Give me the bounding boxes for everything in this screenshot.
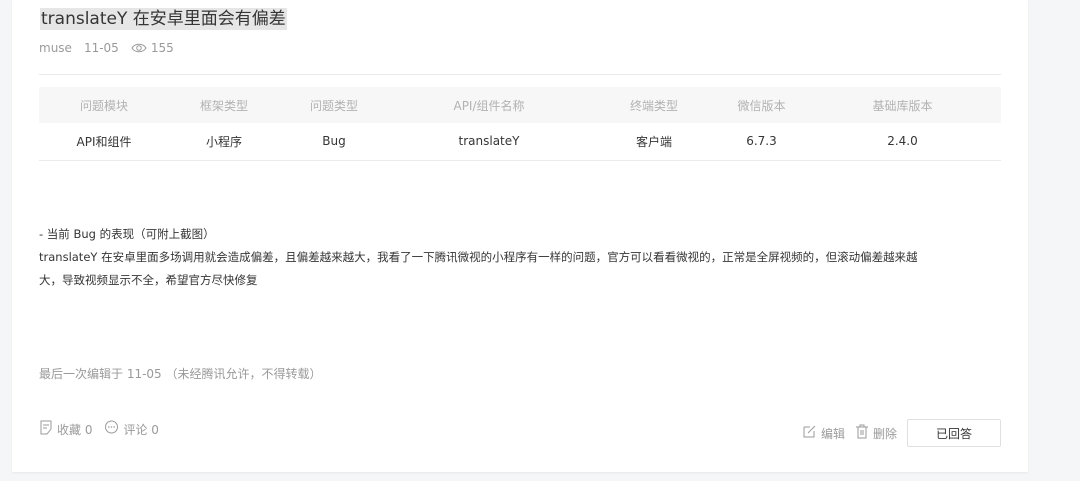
header-cell: 问题类型 [309, 98, 358, 113]
table-cell: Bug [322, 134, 346, 148]
post-content: - 当前 Bug 的表现（可附上截图） translateY 在安卓里面多场调用… [39, 223, 999, 292]
header-cell: 基础库版本 [872, 98, 933, 113]
table-header: 问题模块 框架类型 问题类型 API/组件名称 终端类型 微信版本 基础库版本 [39, 87, 1001, 123]
comment-button[interactable]: 评论 0 [104, 420, 159, 438]
content-line: translateY 在安卓里面多场调用就会造成偏差，且偏差越来越大，我看了一下… [39, 250, 918, 264]
table-cell: 6.7.3 [746, 134, 777, 148]
post-date: 11-05 [83, 41, 119, 55]
info-table: 问题模块 框架类型 问题类型 API/组件名称 终端类型 微信版本 基础库版本 … [39, 87, 1001, 159]
table-row: API和组件 小程序 Bug translateY 客户端 6.7.3 2.4.… [39, 123, 1001, 159]
favorite-button[interactable]: 收藏 0 [39, 420, 92, 438]
edit-note: 最后一次编辑于 11-05 （未经腾讯允许，不得转载） [39, 367, 322, 381]
content-line: 大，导致视频显示不全，希望官方尽快修复 [39, 273, 258, 287]
favorite-label: 收藏 0 [57, 422, 93, 437]
header-cell: API/组件名称 [453, 98, 525, 113]
author-name[interactable]: muse [39, 41, 72, 55]
edit-icon [802, 424, 821, 442]
answered-button[interactable]: 已回答 [907, 419, 1001, 447]
content-line: - 当前 Bug 的表现（可附上截图） [39, 227, 215, 241]
delete-label: 删除 [872, 426, 897, 441]
favorite-icon [39, 420, 57, 438]
view-count: 155 [150, 41, 174, 55]
post-card: translateY 在安卓里面会有偏差 muse 11-05 155 问题模块… [12, 0, 1028, 472]
post-actions-right: 编辑 删除 已回答 [802, 419, 1001, 447]
post-title: translateY 在安卓里面会有偏差 [40, 8, 287, 30]
divider [39, 160, 1001, 161]
delete-icon [855, 424, 873, 442]
edit-label: 编辑 [820, 426, 845, 441]
divider [39, 74, 1001, 75]
edit-button[interactable]: 编辑 [802, 424, 845, 442]
table-cell: API和组件 [76, 134, 132, 149]
comment-label: 评论 0 [123, 422, 159, 437]
header-cell: 问题模块 [79, 98, 128, 113]
comment-icon [104, 420, 123, 438]
delete-button[interactable]: 删除 [855, 424, 897, 442]
table-cell: 客户端 [635, 134, 672, 149]
eye-icon [131, 42, 147, 54]
header-cell: 微信版本 [737, 98, 786, 113]
header-cell: 终端类型 [629, 98, 678, 113]
post-meta: muse 11-05 155 [39, 41, 186, 55]
table-cell: translateY [458, 134, 520, 148]
header-cell: 框架类型 [199, 98, 248, 113]
table-cell: 小程序 [205, 134, 242, 149]
table-cell: 2.4.0 [887, 134, 918, 148]
post-actions-left: 收藏 0 评论 0 [39, 420, 171, 438]
